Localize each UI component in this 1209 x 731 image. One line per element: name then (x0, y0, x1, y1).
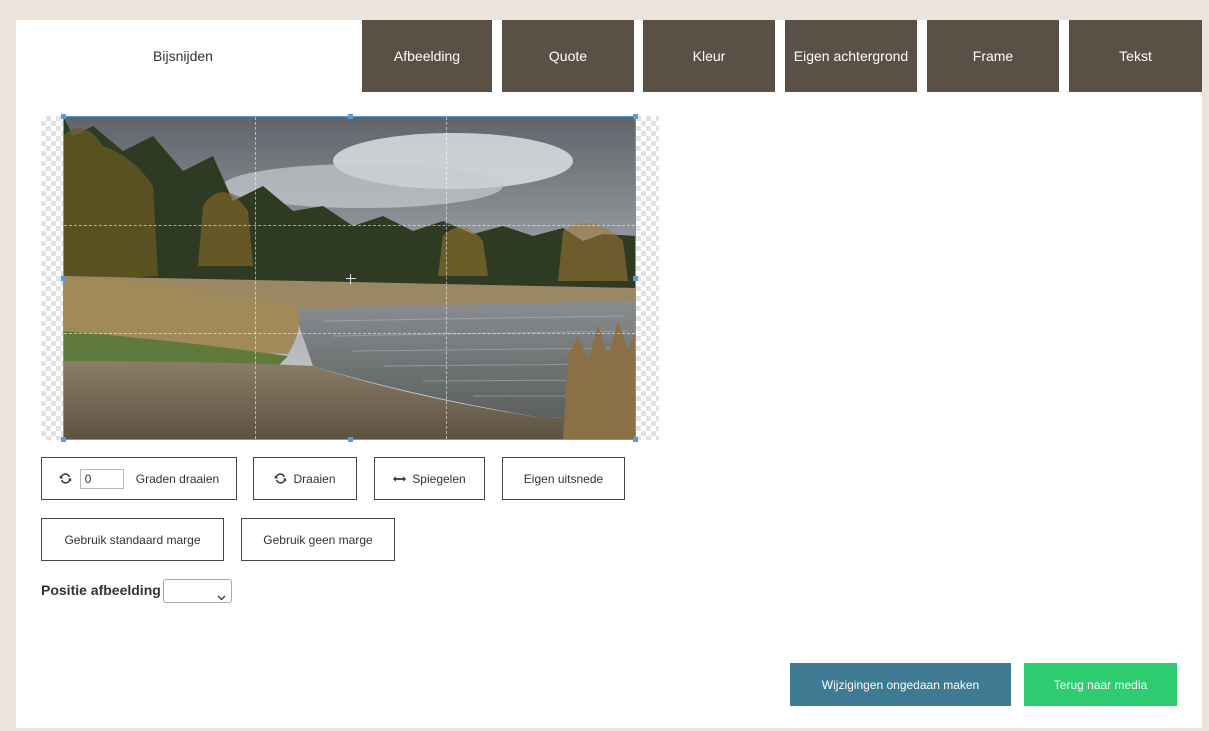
rotate-degrees-group: Graden draaien (41, 457, 237, 500)
crop-handle-nw[interactable] (61, 114, 66, 119)
tab-label: Tekst (1119, 48, 1152, 64)
tab-kleur[interactable]: Kleur (643, 20, 775, 92)
tab-label: Afbeelding (393, 48, 461, 64)
crop-handle-e[interactable] (633, 276, 638, 281)
degrees-input[interactable] (79, 468, 124, 489)
rotate-label: Draaien (293, 471, 336, 486)
tab-afbeelding[interactable]: Afbeelding (362, 20, 492, 92)
tab-eigen-achtergrond[interactable]: Eigen achtergrond (785, 20, 917, 92)
no-margin-button[interactable]: Gebruik geen marge (241, 518, 395, 561)
crop-guide (64, 225, 635, 226)
position-select[interactable] (163, 579, 232, 603)
tab-label: Frame (972, 48, 1014, 64)
tab-tekst[interactable]: Tekst (1069, 20, 1202, 92)
position-label: Positie afbeelding (41, 582, 161, 598)
refresh-icon (274, 472, 287, 485)
crop-handle-n[interactable] (348, 114, 353, 119)
crop-guide (255, 117, 256, 439)
tab-label: Eigen achtergrond (793, 48, 909, 64)
undo-changes-button[interactable]: Wijzigingen ongedaan maken (790, 663, 1011, 706)
crop-handle-w[interactable] (61, 276, 66, 281)
tab-label: Bijsnijden (153, 48, 213, 64)
crop-handle-s[interactable] (348, 437, 353, 442)
rotate-degrees-button[interactable]: Graden draaien (136, 472, 219, 486)
mirror-label: Spiegelen (412, 471, 466, 486)
crop-handle-ne[interactable] (633, 114, 638, 119)
no-margin-label: Gebruik geen marge (263, 532, 373, 547)
refresh-icon (59, 472, 72, 485)
tab-frame[interactable]: Frame (927, 20, 1059, 92)
horizontal-arrows-icon (393, 475, 407, 483)
rotate-button[interactable]: Draaien (253, 457, 357, 500)
back-label: Terug naar media (1053, 677, 1148, 692)
custom-crop-button[interactable]: Eigen uitsnede (502, 457, 625, 500)
tab-label: Quote (548, 48, 588, 64)
crop-handle-sw[interactable] (61, 437, 66, 442)
standard-margin-label: Gebruik standaard marge (64, 532, 201, 547)
crop-handle-se[interactable] (633, 437, 638, 442)
tab-bar: Bijsnijden Afbeelding Quote Kleur Eigen … (16, 20, 1202, 92)
tab-label: Kleur (692, 48, 726, 64)
crop-guide (446, 117, 447, 439)
tab-quote[interactable]: Quote (502, 20, 634, 92)
crop-selection[interactable] (61, 114, 638, 442)
standard-margin-button[interactable]: Gebruik standaard marge (41, 518, 224, 561)
custom-crop-label: Eigen uitsnede (523, 471, 604, 486)
chevron-down-icon (217, 588, 226, 606)
crop-guide (64, 333, 635, 334)
mirror-button[interactable]: Spiegelen (374, 457, 485, 500)
back-to-media-button[interactable]: Terug naar media (1024, 663, 1177, 706)
undo-label: Wijzigingen ongedaan maken (821, 677, 980, 692)
tab-bijsnijden[interactable]: Bijsnijden (16, 20, 350, 92)
crop-center-icon (346, 274, 356, 284)
